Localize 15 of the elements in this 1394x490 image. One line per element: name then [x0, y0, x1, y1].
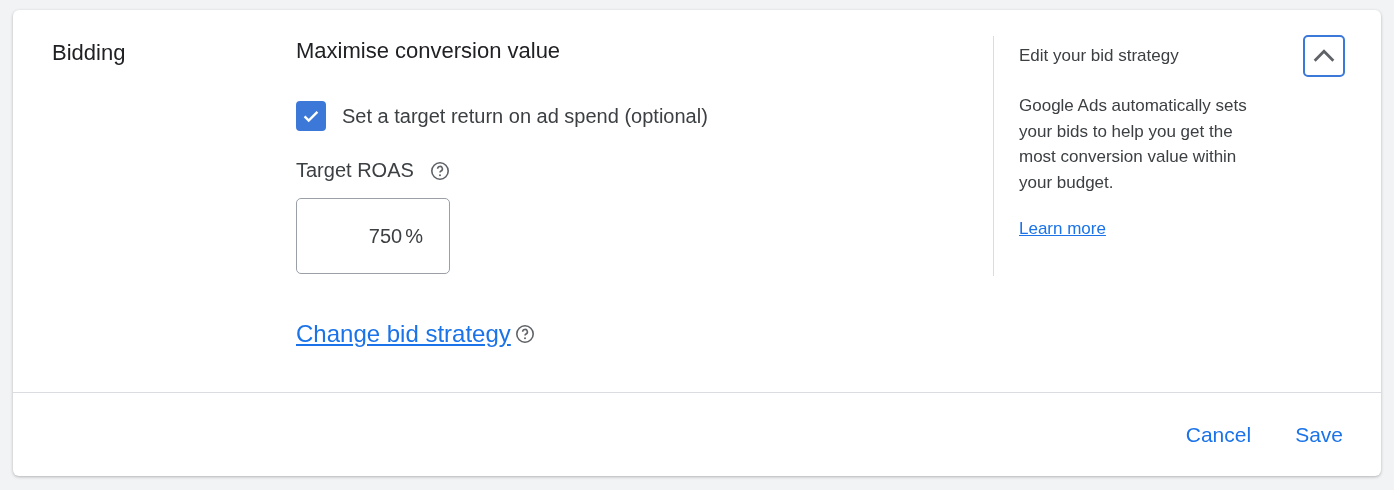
section-title: Bidding: [52, 40, 126, 65]
learn-more-link[interactable]: Learn more: [1019, 219, 1106, 239]
help-icon[interactable]: [429, 160, 450, 181]
change-strategy-link[interactable]: Change bid strategy: [296, 320, 511, 348]
footer-button[interactable]: Save: [1283, 416, 1355, 453]
help-text: Google Ads automatically sets your bids to help you get the most conversion value within your budget.: [1019, 95, 1248, 194]
collapse-button[interactable]: [1303, 35, 1345, 77]
checkbox-label: Set a target return on ad spend (optional): [342, 104, 708, 128]
input-field[interactable]: 750%: [296, 198, 450, 274]
footer-button[interactable]: Cancel: [1173, 416, 1264, 453]
field-label: Target ROAS: [296, 159, 414, 182]
help-title: Edit your bid strategy: [1019, 46, 1179, 66]
strategy-title: Maximise conversion value: [296, 38, 561, 64]
help-icon[interactable]: [514, 324, 535, 344]
checkbox[interactable]: [296, 101, 326, 131]
